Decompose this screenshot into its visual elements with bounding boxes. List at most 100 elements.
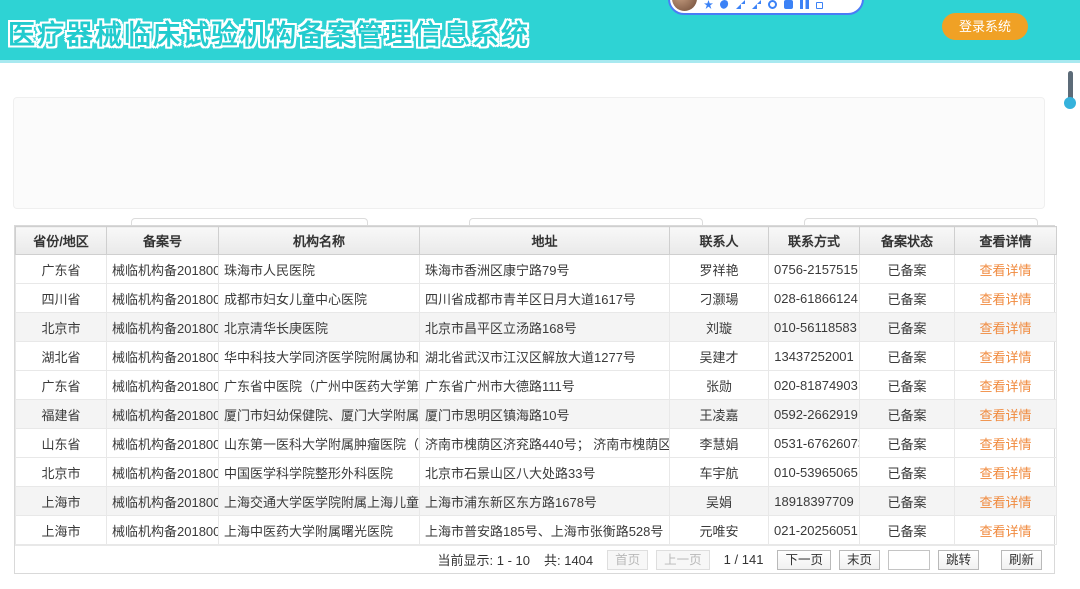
jump-page-input[interactable]: [888, 550, 930, 570]
header-bar: 医疗器械临床试验机构备案管理信息系统 登录系统: [0, 0, 1080, 63]
col-institution: 机构名称: [219, 227, 420, 255]
cell-institution: 山东第一医科大学附属肿瘤医院（...: [219, 429, 420, 458]
cell-phone: 18918397709: [769, 487, 860, 516]
view-detail-link[interactable]: 查看详情: [979, 495, 1031, 510]
table-row: 广东省 械临机构备201800001 珠海市人民医院 珠海市香洲区康宁路79号 …: [16, 255, 1057, 284]
search-form: 备案号: 机构名称: 省份/地区: ▼ 专业: × 主要研究者: 查询 ↻ 重置: [13, 97, 1045, 209]
cell-detail: 查看详情: [955, 371, 1057, 400]
cell-province: 广东省: [16, 255, 107, 284]
arrow-icon[interactable]: [736, 0, 745, 9]
pause-bars-icon[interactable]: [800, 0, 809, 9]
cell-status: 已备案: [860, 458, 955, 487]
first-page-button[interactable]: 首页: [607, 550, 648, 570]
cell-contact: 吴建才: [670, 342, 769, 371]
cell-institution: 上海交通大学医学院附属上海儿童...: [219, 487, 420, 516]
page-indicator: 1 / 141: [724, 552, 764, 567]
refresh-button[interactable]: 刷新: [1001, 550, 1042, 570]
window-icon[interactable]: [816, 2, 823, 9]
moon-icon[interactable]: [720, 0, 729, 9]
cell-detail: 查看详情: [955, 313, 1057, 342]
cell-contact: 车宇航: [670, 458, 769, 487]
cell-institution: 上海中医药大学附属曙光医院: [219, 516, 420, 545]
cell-province: 福建省: [16, 400, 107, 429]
cell-phone: 0531-67626073: [769, 429, 860, 458]
record-icon[interactable]: [768, 0, 777, 9]
cell-status: 已备案: [860, 371, 955, 400]
cell-filing-no: 械临机构备201800008: [107, 458, 219, 487]
cell-address: 四川省成都市青羊区日月大道1617号: [420, 284, 670, 313]
table-row: 湖北省 械临机构备201800004 华中科技大学同济医学院附属协和医院 湖北省…: [16, 342, 1057, 371]
cell-phone: 0756-2157515: [769, 255, 860, 284]
table-row: 上海市 械临机构备201800009 上海交通大学医学院附属上海儿童... 上海…: [16, 487, 1057, 516]
cell-filing-no: 械临机构备201800009: [107, 487, 219, 516]
cell-contact: 吴娟: [670, 487, 769, 516]
cell-institution: 北京清华长庚医院: [219, 313, 420, 342]
cell-filing-no: 械临机构备201800001: [107, 255, 219, 284]
login-button[interactable]: 登录系统: [942, 13, 1028, 40]
cell-phone: 021-20256051: [769, 516, 860, 545]
scroll-indicator[interactable]: [1064, 71, 1076, 111]
cell-province: 北京市: [16, 313, 107, 342]
cell-filing-no: 械临机构备201800003: [107, 313, 219, 342]
cell-status: 已备案: [860, 516, 955, 545]
view-detail-link[interactable]: 查看详情: [979, 321, 1031, 336]
scroll-knob[interactable]: [1064, 97, 1076, 109]
table-body: 广东省 械临机构备201800001 珠海市人民医院 珠海市香洲区康宁路79号 …: [16, 255, 1057, 545]
cell-address: 上海市普安路185号、上海市张衡路528号: [420, 516, 670, 545]
cell-contact: 张勋: [670, 371, 769, 400]
table-row: 福建省 械临机构备201800006 厦门市妇幼保健院、厦门大学附属... 厦门…: [16, 400, 1057, 429]
view-detail-link[interactable]: 查看详情: [979, 437, 1031, 452]
pagination-bar: 当前显示: 1 - 10 共: 1404 首页 上一页 1 / 141 下一页 …: [15, 545, 1054, 573]
cell-detail: 查看详情: [955, 284, 1057, 313]
cell-address: 北京市石景山区八大处路33号: [420, 458, 670, 487]
cell-contact: 李慧娟: [670, 429, 769, 458]
cell-detail: 查看详情: [955, 400, 1057, 429]
avatar[interactable]: [672, 0, 697, 11]
table-row: 北京市 械临机构备201800008 中国医学科学院整形外科医院 北京市石景山区…: [16, 458, 1057, 487]
cell-detail: 查看详情: [955, 458, 1057, 487]
cell-status: 已备案: [860, 342, 955, 371]
cell-institution: 广东省中医院（广州中医药大学第...: [219, 371, 420, 400]
cell-status: 已备案: [860, 313, 955, 342]
cell-province: 广东省: [16, 371, 107, 400]
jump-button[interactable]: 跳转: [938, 550, 979, 570]
cell-status: 已备案: [860, 487, 955, 516]
cell-contact: 王凌嘉: [670, 400, 769, 429]
next-page-button[interactable]: 下一页: [777, 550, 831, 570]
cell-detail: 查看详情: [955, 342, 1057, 371]
cell-filing-no: 械临机构备201800010: [107, 516, 219, 545]
prev-page-button[interactable]: 上一页: [656, 550, 710, 570]
cell-filing-no: 械临机构备201800002: [107, 284, 219, 313]
cell-phone: 010-56118583: [769, 313, 860, 342]
view-detail-link[interactable]: 查看详情: [979, 408, 1031, 423]
cell-address: 厦门市思明区镇海路10号: [420, 400, 670, 429]
view-detail-link[interactable]: 查看详情: [979, 466, 1031, 481]
view-detail-link[interactable]: 查看详情: [979, 292, 1031, 307]
last-page-button[interactable]: 末页: [839, 550, 880, 570]
stop-icon[interactable]: [784, 0, 793, 9]
col-phone: 联系方式: [769, 227, 860, 255]
table-row: 四川省 械临机构备201800002 成都市妇女儿童中心医院 四川省成都市青羊区…: [16, 284, 1057, 313]
view-detail-link[interactable]: 查看详情: [979, 379, 1031, 394]
table-row: 北京市 械临机构备201800003 北京清华长庚医院 北京市昌平区立汤路168…: [16, 313, 1057, 342]
cell-detail: 查看详情: [955, 429, 1057, 458]
cell-phone: 020-81874903: [769, 371, 860, 400]
star-icon[interactable]: [704, 0, 713, 9]
col-filing-no: 备案号: [107, 227, 219, 255]
cell-contact: 罗祥艳: [670, 255, 769, 284]
cell-phone: 0592-2662919: [769, 400, 860, 429]
cell-contact: 元唯安: [670, 516, 769, 545]
view-detail-link[interactable]: 查看详情: [979, 263, 1031, 278]
cell-status: 已备案: [860, 255, 955, 284]
browser-extension-toolbar: [668, 0, 864, 15]
cell-detail: 查看详情: [955, 255, 1057, 284]
cell-contact: 刁灏瑒: [670, 284, 769, 313]
table-header-row: 省份/地区 备案号 机构名称 地址 联系人 联系方式 备案状态 查看详情: [16, 227, 1057, 255]
cell-status: 已备案: [860, 429, 955, 458]
view-detail-link[interactable]: 查看详情: [979, 524, 1031, 539]
cell-filing-no: 械临机构备201800006: [107, 400, 219, 429]
arrow-icon[interactable]: [752, 0, 761, 9]
cell-province: 北京市: [16, 458, 107, 487]
view-detail-link[interactable]: 查看详情: [979, 350, 1031, 365]
col-status: 备案状态: [860, 227, 955, 255]
